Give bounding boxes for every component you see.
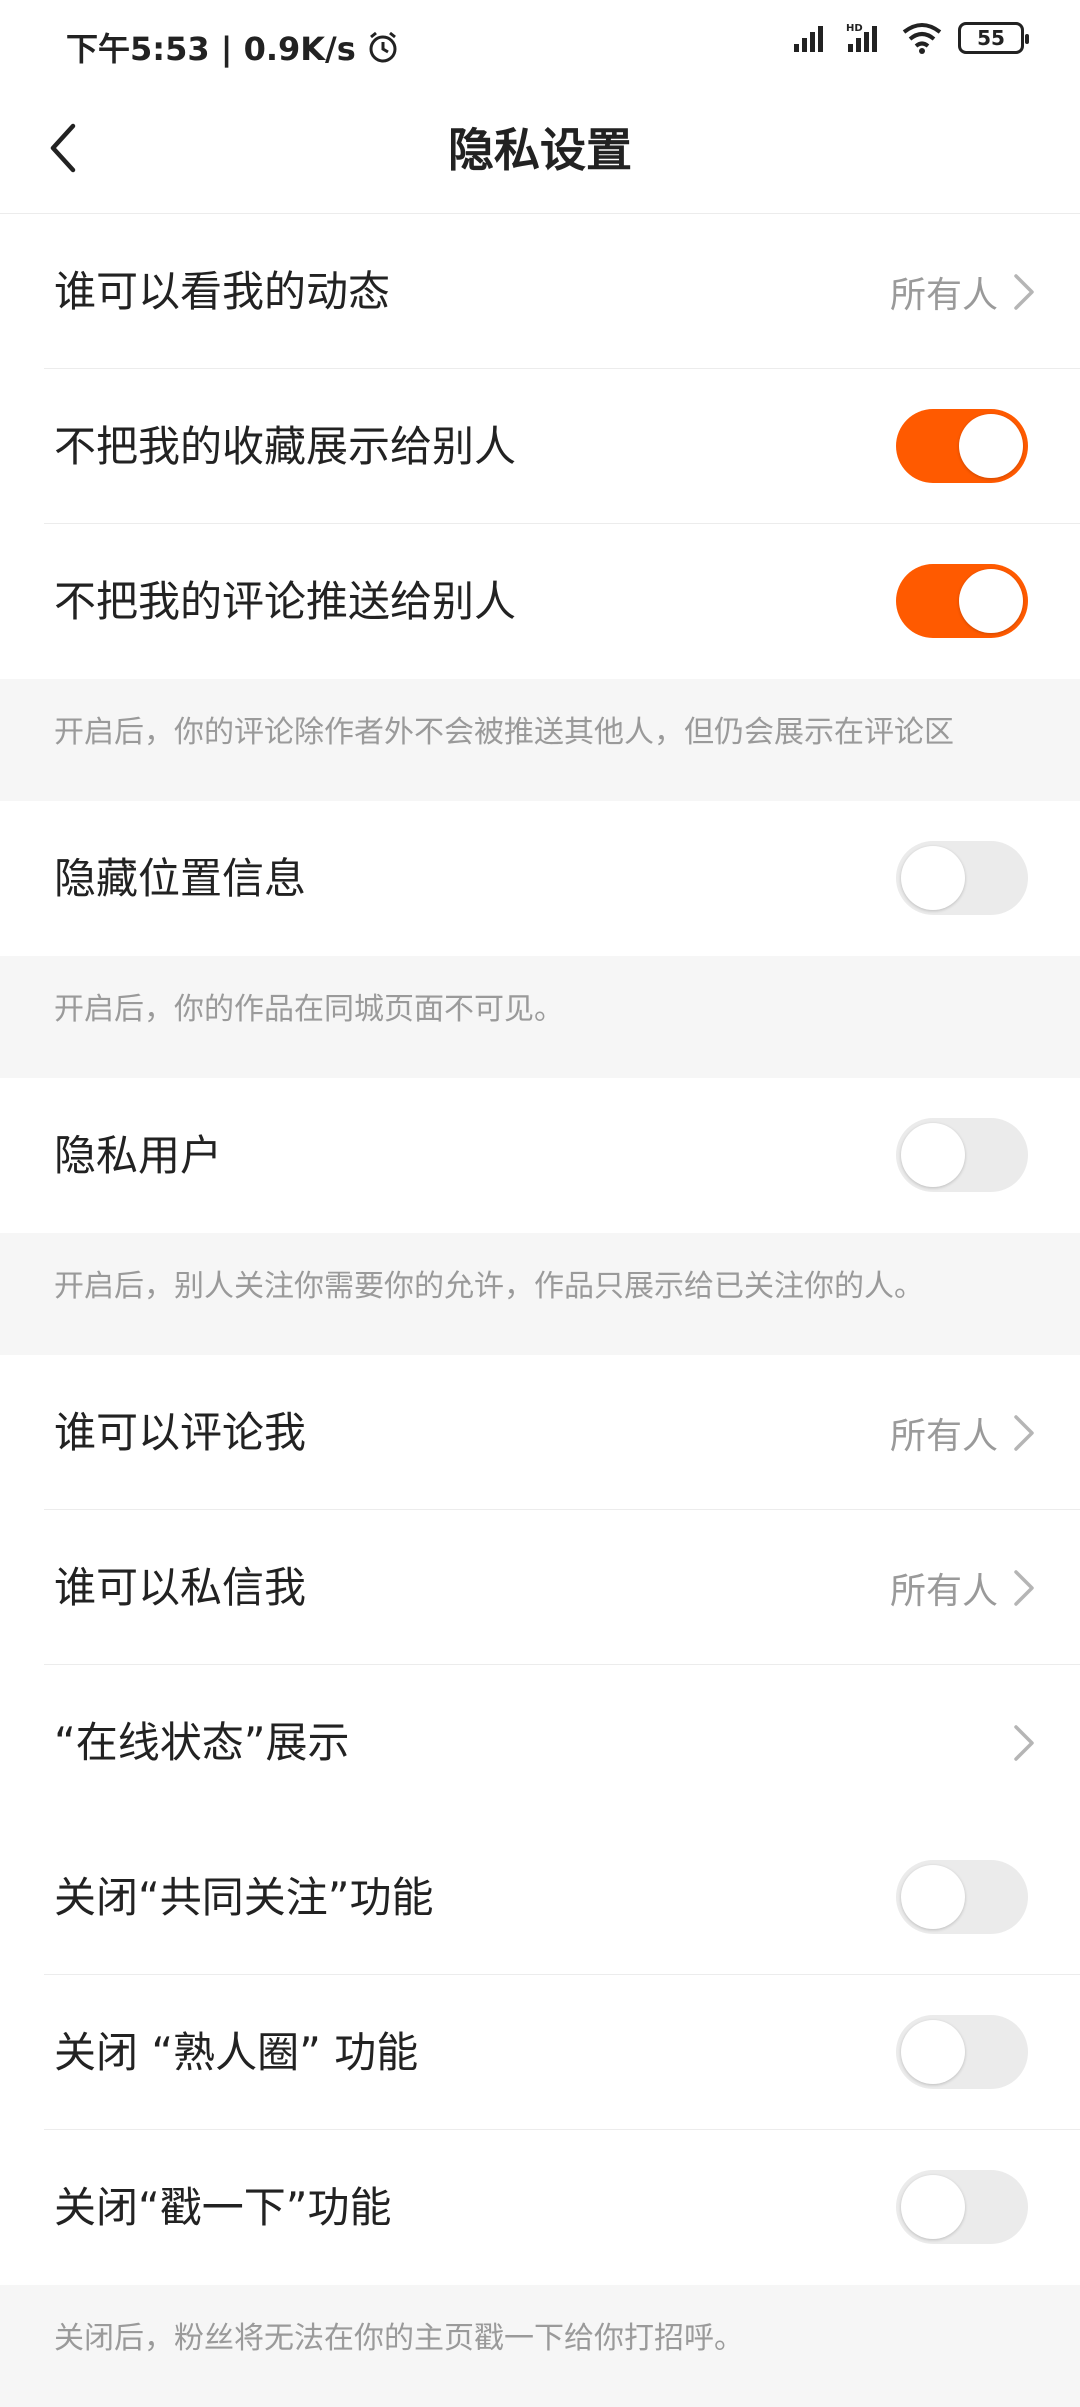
note-text: 开启后，你的作品在同城页面不可见。 (54, 992, 564, 1027)
row-value: 所有人 (889, 274, 998, 316)
privacy-settings-list: 谁可以看我的动态 所有人 不把我的收藏展示给别人 不把我的评论推送给别人 开启后… (0, 214, 1080, 2407)
row-online-status[interactable]: “在线状态”展示 (0, 1665, 1080, 1820)
note-comments: 开启后，你的评论除作者外不会被推送其他人，但仍会展示在评论区 (0, 679, 1080, 801)
toggle-knob (901, 2020, 965, 2084)
row-label: 谁可以私信我 (54, 1563, 307, 1612)
battery-indicator: 55 (958, 22, 1029, 54)
row-who-can-message[interactable]: 谁可以私信我 所有人 (0, 1510, 1080, 1665)
row-label: 谁可以评论我 (54, 1408, 307, 1457)
row-acquaintance-circle: 关闭 “熟人圈” 功能 (0, 1975, 1080, 2130)
row-value: 所有人 (889, 1415, 998, 1457)
row-who-can-see-activity[interactable]: 谁可以看我的动态 所有人 (0, 214, 1080, 369)
row-label: 关闭“共同关注”功能 (54, 1873, 434, 1922)
row-label: 关闭“戳一下”功能 (54, 2183, 392, 2232)
toggle-knob (959, 414, 1023, 478)
poke-toggle[interactable] (896, 2170, 1028, 2244)
private-user-toggle[interactable] (896, 1118, 1028, 1192)
row-value-wrap (1012, 1665, 1036, 1820)
toggle-knob (901, 1123, 965, 1187)
no-push-comments-toggle[interactable] (896, 564, 1028, 638)
row-private-user: 隐私用户 (0, 1078, 1080, 1233)
status-bar: 下午5:53 | 0.9K/s HD 55 (0, 0, 1080, 84)
nav-bar: 隐私设置 (0, 84, 1080, 214)
row-label: 关闭 “熟人圈” 功能 (54, 2028, 419, 2077)
row-label: 不把我的收藏展示给别人 (54, 422, 517, 471)
toggle-knob (901, 1865, 965, 1929)
wifi-icon (902, 23, 942, 54)
row-value-wrap: 所有人 (890, 1355, 1036, 1510)
chevron-right-icon (1014, 1724, 1034, 1761)
note-text: 关闭后，粉丝将无法在你的主页戳一下给你打招呼。 (54, 2321, 744, 2356)
status-time-speed: 下午5:53 | 0.9K/s (66, 30, 356, 68)
row-label: 隐私用户 (54, 1131, 223, 1180)
row-label: 谁可以看我的动态 (54, 267, 391, 316)
chevron-right-icon (1014, 1569, 1034, 1606)
mutual-follow-toggle[interactable] (896, 1860, 1028, 1934)
chevron-right-icon (1014, 273, 1034, 310)
row-value-wrap: 所有人 (890, 214, 1036, 369)
row-mutual-follow: 关闭“共同关注”功能 (0, 1820, 1080, 1975)
row-no-push-comments: 不把我的评论推送给别人 (0, 524, 1080, 679)
toggle-knob (901, 846, 965, 910)
note-location: 开启后，你的作品在同城页面不可见。 (0, 956, 1080, 1078)
alarm-icon (369, 31, 397, 63)
note-text: 开启后，别人关注你需要你的允许，作品只展示给已关注你的人。 (54, 1269, 924, 1304)
toggle-knob (901, 2175, 965, 2239)
hide-favorites-toggle[interactable] (896, 409, 1028, 483)
row-label: 不把我的评论推送给别人 (54, 577, 517, 626)
hide-location-toggle[interactable] (896, 841, 1028, 915)
acquaintance-circle-toggle[interactable] (896, 2015, 1028, 2089)
row-hide-location: 隐藏位置信息 (0, 801, 1080, 956)
note-poke: 关闭后，粉丝将无法在你的主页戳一下给你打招呼。 (0, 2285, 1080, 2407)
row-value: 所有人 (889, 1570, 998, 1612)
toggle-knob (959, 569, 1023, 633)
row-label: 隐藏位置信息 (54, 854, 307, 903)
signal-icon (794, 26, 823, 52)
page-title: 隐私设置 (448, 123, 632, 177)
chevron-right-icon (1014, 1414, 1034, 1451)
row-who-can-comment[interactable]: 谁可以评论我 所有人 (0, 1355, 1080, 1510)
svg-text:HD: HD (846, 23, 863, 34)
status-left: 下午5:53 | 0.9K/s (66, 24, 400, 70)
status-right: HD 55 (792, 22, 1029, 54)
note-private-user: 开启后，别人关注你需要你的允许，作品只展示给已关注你的人。 (0, 1233, 1080, 1355)
row-label: “在线状态”展示 (54, 1718, 350, 1767)
signal-hd-icon: HD (846, 23, 877, 52)
row-poke: 关闭“戳一下”功能 (0, 2130, 1080, 2285)
note-text: 开启后，你的评论除作者外不会被推送其他人，但仍会展示在评论区 (54, 715, 954, 750)
row-hide-favorites: 不把我的收藏展示给别人 (0, 369, 1080, 524)
row-value-wrap: 所有人 (890, 1510, 1036, 1665)
